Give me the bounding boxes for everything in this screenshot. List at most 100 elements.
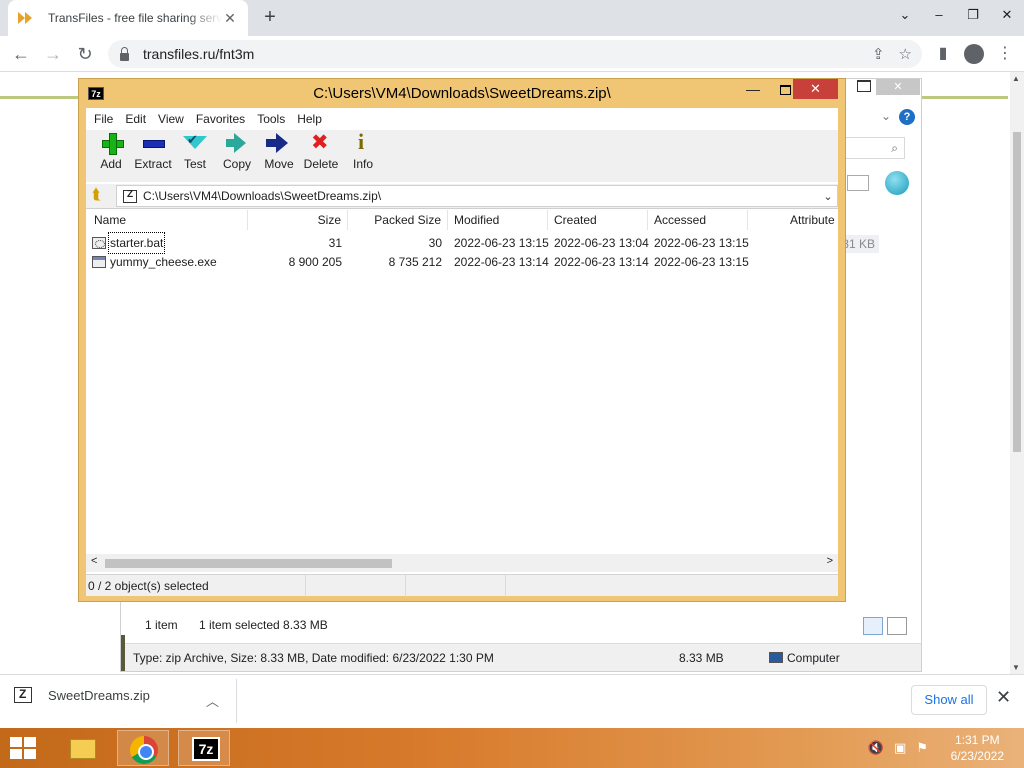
back-arrow-icon[interactable]: ← <box>8 41 34 67</box>
copy-button[interactable]: Copy <box>216 130 258 182</box>
file-list: Name Size Packed Size Modified Created A… <box>86 208 838 572</box>
maximize-button[interactable] <box>780 85 791 95</box>
new-tab-button[interactable]: + <box>258 5 282 29</box>
close-button[interactable]: ✕ <box>793 79 838 99</box>
scrollbar-thumb[interactable] <box>105 559 392 568</box>
col-attributes[interactable]: Attribute <box>748 210 838 230</box>
menu-help[interactable]: Help <box>297 108 329 130</box>
download-item[interactable]: SweetDreams.zip <box>14 687 150 703</box>
taskbar-chrome[interactable] <box>117 730 169 766</box>
scroll-right-icon[interactable]: > <box>827 555 833 567</box>
large-icons-view-icon[interactable] <box>887 617 907 635</box>
col-created[interactable]: Created <box>548 210 648 230</box>
browser-tabstrip: TransFiles - free file sharing service ✕… <box>0 0 1024 36</box>
page-scrollbar[interactable]: ▲ ▼ <box>1010 72 1024 674</box>
file-packed-size: 30 <box>428 236 442 250</box>
info-button[interactable]: Info <box>342 129 384 182</box>
test-button[interactable]: Test <box>174 130 216 182</box>
menu-view[interactable]: View <box>158 108 191 130</box>
browser-tab[interactable]: TransFiles - free file sharing service ✕ <box>8 0 248 36</box>
file-created: 2022-06-23 13:04 <box>554 236 649 250</box>
move-arrow-icon <box>258 130 300 156</box>
copy-label: Copy <box>222 157 251 171</box>
menu-edit[interactable]: Edit <box>125 108 153 130</box>
profile-avatar-icon[interactable] <box>964 44 984 64</box>
path-combobox[interactable]: C:\Users\VM4\Downloads\SweetDreams.zip\ … <box>116 185 838 207</box>
file-details-size: 8.33 MB <box>679 651 724 665</box>
location-label: Computer <box>787 651 840 665</box>
col-size[interactable]: Size <box>248 210 348 230</box>
col-modified[interactable]: Modified <box>448 210 548 230</box>
address-bar[interactable]: transfiles.ru/fnt3m ⇪ ☆ <box>108 40 922 68</box>
show-all-button[interactable]: Show all <box>911 685 987 715</box>
explorer-maximize-icon[interactable] <box>857 80 871 92</box>
taskbar-file-explorer[interactable] <box>56 730 108 766</box>
zip-archive-icon <box>123 189 137 203</box>
col-accessed[interactable]: Accessed <box>648 210 748 230</box>
ribbon-expand-chevron-icon[interactable]: ⌄ <box>881 109 891 123</box>
tab-close-icon[interactable]: ✕ <box>222 10 238 27</box>
file-accessed: 2022-06-23 13:15 <box>654 236 749 250</box>
address-row: ⮬ C:\Users\VM4\Downloads\SweetDreams.zip… <box>86 184 838 208</box>
file-size: 31 <box>328 236 342 250</box>
system-tray: 🔇 ▣ ⚑ <box>868 740 928 756</box>
close-downloads-icon[interactable]: ✕ <box>996 687 1011 708</box>
col-name[interactable]: Name <box>86 210 248 230</box>
windows-start-icon[interactable] <box>10 737 38 761</box>
maximize-button[interactable]: ❐ <box>956 0 990 32</box>
explorer-search-box[interactable]: ⌕ <box>845 137 905 159</box>
chevron-down-icon[interactable]: ⌄ <box>819 190 837 203</box>
item-count: 1 item <box>145 618 178 632</box>
menu-favorites[interactable]: Favorites <box>196 108 252 130</box>
system-clock[interactable]: 1:31 PM 6/23/2022 <box>951 732 1004 764</box>
tab-title: TransFiles - free file sharing service <box>48 11 222 25</box>
network-icon[interactable]: ▣ <box>894 740 906 756</box>
scroll-left-icon[interactable]: < <box>91 555 97 567</box>
taskbar-7zip[interactable]: 7z <box>178 730 230 766</box>
col-packed-size[interactable]: Packed Size <box>348 210 448 230</box>
side-panel-icon[interactable]: ▮ <box>930 40 956 68</box>
tab-search-icon[interactable]: ⌄ <box>888 0 922 32</box>
chrome-menu-icon[interactable]: ⋮ <box>992 40 1018 68</box>
computer-icon <box>769 652 783 663</box>
horizontal-scrollbar[interactable]: < > <box>86 554 838 572</box>
share-icon[interactable]: ⇪ <box>872 45 885 63</box>
delete-button[interactable]: Delete <box>300 130 342 182</box>
explorer-status-bar: 1 item 1 item selected 8.33 MB <box>121 611 921 637</box>
window-title: C:\Users\VM4\Downloads\SweetDreams.zip\ <box>313 85 611 102</box>
folder-up-icon[interactable]: ⮬ <box>92 187 108 203</box>
scroll-down-icon[interactable]: ▼ <box>1012 663 1020 672</box>
scroll-up-icon[interactable]: ▲ <box>1012 74 1020 83</box>
minimize-button[interactable]: — <box>743 81 763 101</box>
help-icon[interactable]: ? <box>899 109 915 125</box>
downloads-bar: SweetDreams.zip ︿ Show all ✕ <box>0 674 1024 728</box>
table-row[interactable]: starter.bat 31 30 2022-06-23 13:15 2022-… <box>86 232 838 254</box>
browser-toolbar: ← → ↻ transfiles.ru/fnt3m ⇪ ☆ ▮ ⋮ <box>0 36 1024 72</box>
extract-button[interactable]: Extract <box>132 130 174 182</box>
sevenzip-titlebar[interactable]: 7z C:\Users\VM4\Downloads\SweetDreams.zi… <box>79 79 845 107</box>
table-row[interactable]: yummy_cheese.exe 8 900 205 8 735 212 202… <box>86 252 838 271</box>
close-window-button[interactable]: ✕ <box>990 0 1024 32</box>
file-created: 2022-06-23 13:14 <box>554 255 649 269</box>
volume-muted-icon[interactable]: 🔇 <box>868 740 884 756</box>
transfiles-favicon-icon <box>18 9 36 27</box>
action-center-icon[interactable]: ⚑ <box>916 740 928 756</box>
add-plus-icon <box>90 130 132 156</box>
preview-pane-icon[interactable] <box>847 175 869 191</box>
file-name: yummy_cheese.exe <box>110 255 217 269</box>
menu-file[interactable]: File <box>94 108 120 130</box>
scrollbar-thumb[interactable] <box>1013 132 1021 452</box>
forward-arrow-icon[interactable]: → <box>40 41 66 67</box>
chevron-up-icon[interactable]: ︿ <box>206 691 219 710</box>
move-button[interactable]: Move <box>258 130 300 182</box>
bookmark-star-icon[interactable]: ☆ <box>899 45 912 63</box>
minimize-button[interactable]: – <box>922 0 956 32</box>
menu-tools[interactable]: Tools <box>257 108 292 130</box>
add-button[interactable]: Add <box>90 130 132 182</box>
explorer-close-button[interactable]: ✕ <box>876 79 920 95</box>
status-cell-size <box>306 575 406 597</box>
reload-icon[interactable]: ↻ <box>72 41 98 67</box>
file-details-text: Type: zip Archive, Size: 8.33 MB, Date m… <box>133 651 494 665</box>
bat-file-icon <box>92 237 106 249</box>
details-view-icon[interactable] <box>863 617 883 635</box>
